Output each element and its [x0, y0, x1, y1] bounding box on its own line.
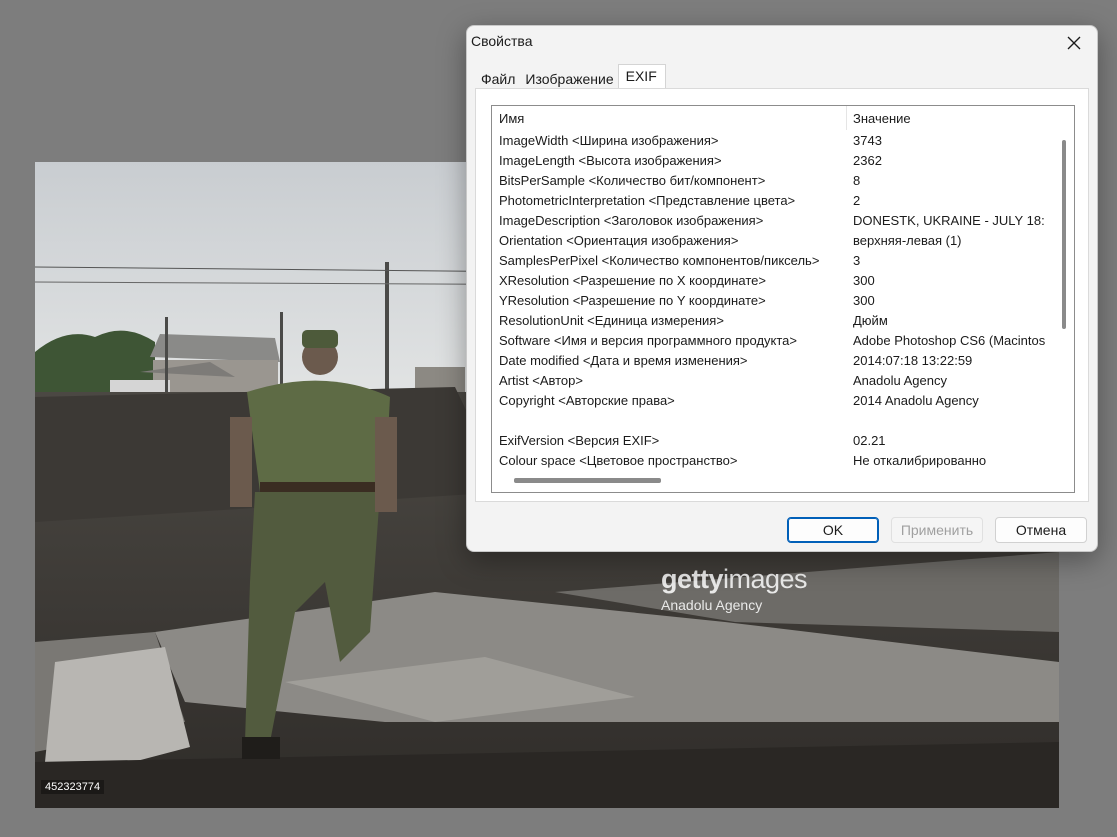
row-value: Дюйм [853, 313, 888, 328]
row-value: 3743 [853, 133, 882, 148]
row-value: 02.21 [853, 433, 886, 448]
row-value: 2014 Anadolu Agency [853, 393, 979, 408]
exif-list[interactable]: Имя Значение ImageWidth <Ширина изображе… [491, 105, 1075, 493]
row-name: Date modified <Дата и время изменения> [499, 353, 748, 368]
row-value: 3 [853, 253, 861, 268]
row-value: DONESTK, UKRAINE - JULY 18: [853, 213, 1045, 228]
photo-id-label: 452323774 [41, 780, 105, 794]
ok-button[interactable]: OK [787, 517, 879, 543]
exif-row-resolution-unit[interactable]: ResolutionUnit <Единица измерения> Дюйм [492, 311, 1054, 331]
row-name: XResolution <Разрешение по X координате> [499, 273, 766, 288]
cancel-button[interactable]: Отмена [995, 517, 1087, 543]
close-button[interactable] [1057, 28, 1091, 58]
tab-image[interactable]: Изображение [519, 66, 617, 90]
row-name: Software <Имя и версия программного прод… [499, 333, 797, 348]
horizontal-scrollbar[interactable] [492, 470, 1074, 492]
getty-logo: gettyimages [661, 564, 808, 594]
row-value: 2 [853, 193, 861, 208]
vertical-scroll-thumb[interactable] [1062, 140, 1066, 329]
exif-tab-panel: Имя Значение ImageWidth <Ширина изображе… [475, 88, 1089, 502]
exif-row-samples-per-pixel[interactable]: SamplesPerPixel <Количество компонентов/… [492, 251, 1054, 271]
row-value: 2362 [853, 153, 882, 168]
row-value: 2014:07:18 13:22:59 [853, 353, 973, 368]
dialog-title: Свойства [471, 33, 533, 49]
row-value: 300 [853, 273, 875, 288]
getty-watermark: gettyimages Anadolu Agency [661, 564, 808, 614]
exif-row-x-resolution[interactable]: XResolution <Разрешение по X координате>… [492, 271, 1054, 291]
watermark-credit: Anadolu Agency [661, 597, 763, 613]
exif-row-y-resolution[interactable]: YResolution <Разрешение по Y координате>… [492, 291, 1054, 311]
column-header-value[interactable]: Значение [847, 106, 1054, 130]
row-name: ExifVersion <Версия EXIF> [499, 433, 660, 448]
row-value: 300 [853, 293, 875, 308]
row-value: Adobe Photoshop CS6 (Macintos [853, 333, 1046, 348]
row-name: ResolutionUnit <Единица измерения> [499, 313, 724, 328]
column-header-name[interactable]: Имя [492, 106, 847, 130]
exif-row-artist[interactable]: Artist <Автор> Anadolu Agency [492, 371, 1054, 391]
row-name: BitsPerSample <Количество бит/компонент> [499, 173, 766, 188]
row-name: ImageWidth <Ширина изображения> [499, 133, 719, 148]
row-value: Anadolu Agency [853, 373, 947, 388]
column-header: Имя Значение [492, 106, 1054, 130]
row-name: YResolution <Разрешение по Y координате> [499, 293, 766, 308]
exif-row-exif-version[interactable]: ExifVersion <Версия EXIF> 02.21 [492, 431, 1054, 451]
vertical-scrollbar[interactable] [1054, 106, 1074, 470]
close-icon [1067, 36, 1081, 50]
row-name: PhotometricInterpretation <Представление… [499, 193, 796, 208]
exif-row-colour-space[interactable]: Colour space <Цветовое пространство> Не о… [492, 451, 1054, 470]
tab-exif[interactable]: EXIF [617, 64, 666, 91]
exif-row-image-description[interactable]: ImageDescription <Заголовок изображения>… [492, 211, 1054, 231]
exif-row-orientation[interactable]: Orientation <Ориентация изображения> верх… [492, 231, 1054, 251]
exif-row-copyright[interactable]: Copyright <Авторские права> 2014 Anadolu … [492, 391, 1054, 411]
tab-file[interactable]: Файл [475, 66, 519, 90]
tab-strip: Файл Изображение EXIF [475, 64, 666, 91]
exif-row-image-length[interactable]: ImageLength <Высота изображения> 2362 [492, 151, 1054, 171]
apply-button[interactable]: Применить [891, 517, 983, 543]
row-name: ImageDescription <Заголовок изображения> [499, 213, 764, 228]
row-name: Colour space <Цветовое пространство> [499, 453, 738, 468]
properties-dialog: Свойства Файл Изображение EXIF Имя Значе… [466, 25, 1098, 552]
exif-list-content: Имя Значение ImageWidth <Ширина изображе… [492, 106, 1054, 470]
exif-row-bits-per-sample[interactable]: BitsPerSample <Количество бит/компонент>… [492, 171, 1054, 191]
exif-row-date-modified[interactable]: Date modified <Дата и время изменения> 20… [492, 351, 1054, 371]
horizontal-scroll-thumb[interactable] [514, 478, 661, 483]
row-name: ImageLength <Высота изображения> [499, 153, 722, 168]
row-name: Artist <Автор> [499, 373, 583, 388]
exif-rows: ImageWidth <Ширина изображения> 3743 Imag… [492, 131, 1054, 470]
row-name: Copyright <Авторские права> [499, 393, 675, 408]
exif-row-image-width[interactable]: ImageWidth <Ширина изображения> 3743 [492, 131, 1054, 151]
exif-row-photometric[interactable]: PhotometricInterpretation <Представление… [492, 191, 1054, 211]
exif-row-separator [492, 411, 1054, 431]
row-value: верхняя-левая (1) [853, 233, 962, 248]
row-name: Orientation <Ориентация изображения> [499, 233, 739, 248]
row-value: 8 [853, 173, 861, 188]
exif-row-software[interactable]: Software <Имя и версия программного прод… [492, 331, 1054, 351]
row-name: SamplesPerPixel <Количество компонентов/… [499, 253, 820, 268]
row-value: Не откалибрированно [853, 453, 987, 468]
